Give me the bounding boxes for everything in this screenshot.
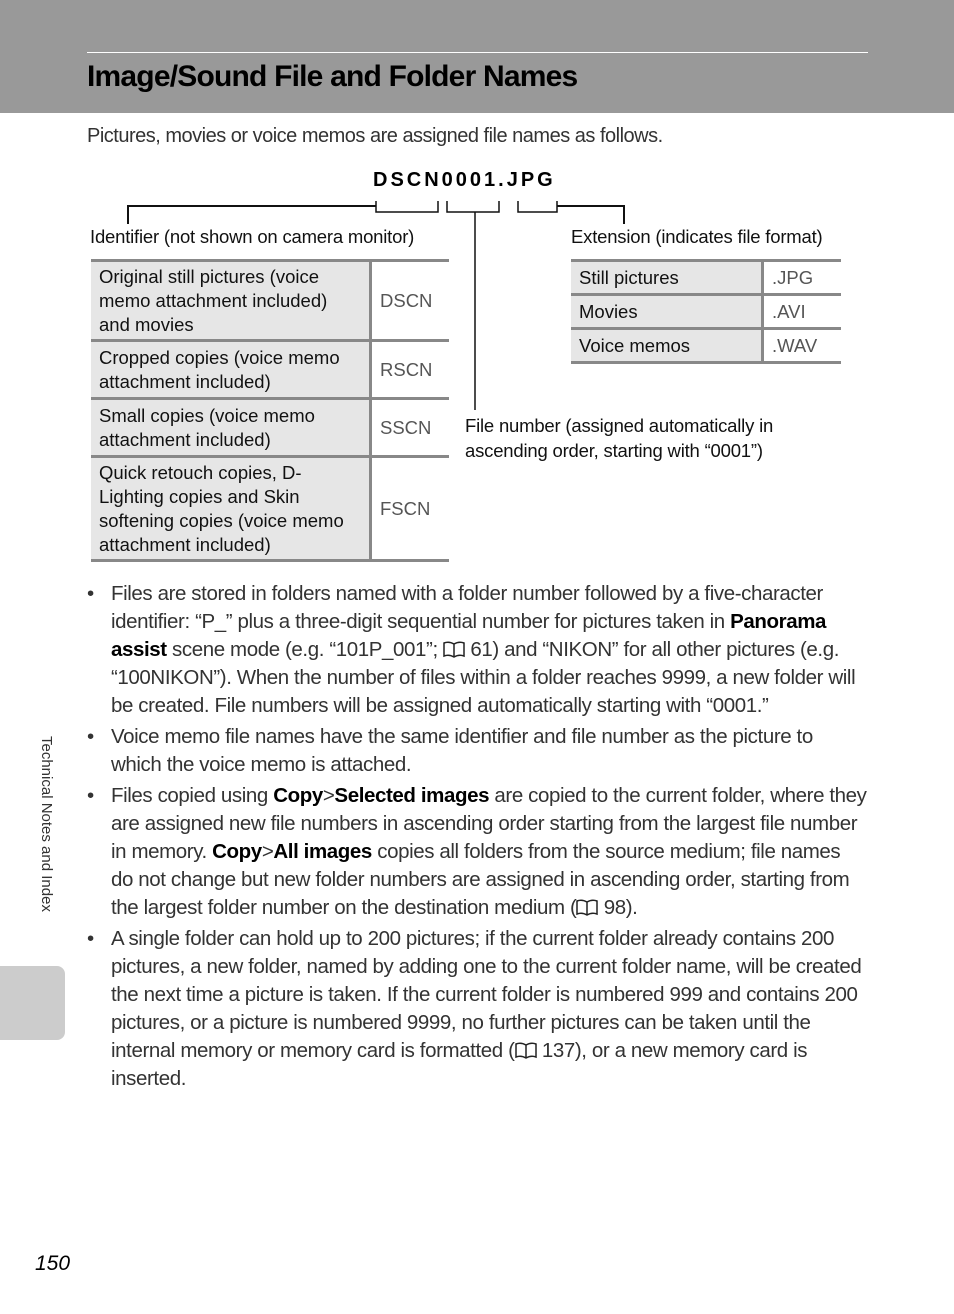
list-item: • Files are stored in folders named with…: [87, 582, 856, 717]
list-item: • Files copied using Copy>Selected image…: [87, 784, 867, 919]
header-band: [0, 0, 954, 113]
identifier-description: Cropped copies (voice memo attachment in…: [91, 339, 372, 400]
identifier-description: Quick retouch copies, D-Lighting copies …: [91, 455, 372, 562]
book-reference-icon: [514, 1042, 537, 1059]
identifier-code: DSCN: [370, 259, 449, 342]
identifier-code: FSCN: [370, 455, 449, 562]
file-number-label: File number (assigned automatically in a…: [465, 413, 773, 463]
identifier-code: SSCN: [370, 397, 449, 458]
identifier-bracket: [375, 201, 439, 213]
table-row: Small copies (voice memo attachment incl…: [91, 397, 449, 458]
example-filename: DSCN0001.JPG: [373, 169, 556, 191]
book-reference-icon: [443, 641, 465, 658]
list-item: • A single folder can hold up to 200 pic…: [87, 927, 862, 1090]
file-number-bracket: [446, 201, 500, 213]
notes-list: • Files are stored in folders named with…: [87, 580, 867, 1096]
extension-bracket: [517, 201, 558, 213]
identifier-label: Identifier (not shown on camera monitor): [90, 226, 415, 247]
identifier-leader: [127, 205, 376, 224]
extension-value: .WAV: [762, 327, 841, 364]
page-reference[interactable]: 98: [604, 896, 626, 919]
extension-table: Still pictures .JPG Movies .AVI Voice me…: [571, 259, 841, 364]
extension-leader: [557, 205, 625, 224]
bold-term: Copy: [212, 840, 262, 863]
identifier-code: RSCN: [370, 339, 449, 400]
table-row: Still pictures .JPG: [571, 259, 841, 296]
bullet-icon: •: [87, 784, 94, 807]
extension-type: Voice memos: [571, 327, 764, 364]
page-title: Image/Sound File and Folder Names: [87, 60, 578, 93]
list-item: • Voice memo file names have the same id…: [87, 725, 813, 776]
identifier-description: Original still pictures (voice memo atta…: [91, 259, 372, 342]
extension-value: .AVI: [762, 293, 841, 330]
table-row: Quick retouch copies, D-Lighting copies …: [91, 455, 449, 562]
header-rule: [87, 52, 868, 53]
file-number-label-line1: File number (assigned automatically in: [465, 415, 774, 436]
page-number: 150: [35, 1252, 71, 1275]
extension-type: Movies: [571, 293, 764, 330]
bullet-icon: •: [87, 582, 94, 605]
bold-term: All images: [273, 840, 372, 863]
bold-term: Copy: [273, 784, 323, 807]
table-row: Cropped copies (voice memo attachment in…: [91, 339, 449, 400]
file-number-label-line2: ascending order, starting with “0001”): [465, 440, 763, 461]
extension-type: Still pictures: [571, 259, 764, 296]
extension-label: Extension (indicates file format): [571, 226, 823, 247]
page-reference[interactable]: 61: [470, 638, 492, 661]
table-row: Voice memos .WAV: [571, 327, 841, 364]
bullet-icon: •: [87, 927, 94, 950]
bullet-icon: •: [87, 725, 94, 748]
identifier-table: Original still pictures (voice memo atta…: [91, 259, 449, 562]
intro-text: Pictures, movies or voice memos are assi…: [87, 125, 663, 147]
section-side-tab[interactable]: [0, 966, 65, 1040]
bold-term: Selected images: [334, 784, 490, 807]
extension-value: .JPG: [762, 259, 841, 296]
page-reference[interactable]: 137: [542, 1039, 575, 1062]
table-row: Original still pictures (voice memo atta…: [91, 259, 449, 342]
table-row: Movies .AVI: [571, 293, 841, 330]
book-reference-icon: [576, 899, 599, 916]
section-side-label: Technical Notes and Index: [38, 736, 55, 912]
identifier-description: Small copies (voice memo attachment incl…: [91, 397, 372, 458]
